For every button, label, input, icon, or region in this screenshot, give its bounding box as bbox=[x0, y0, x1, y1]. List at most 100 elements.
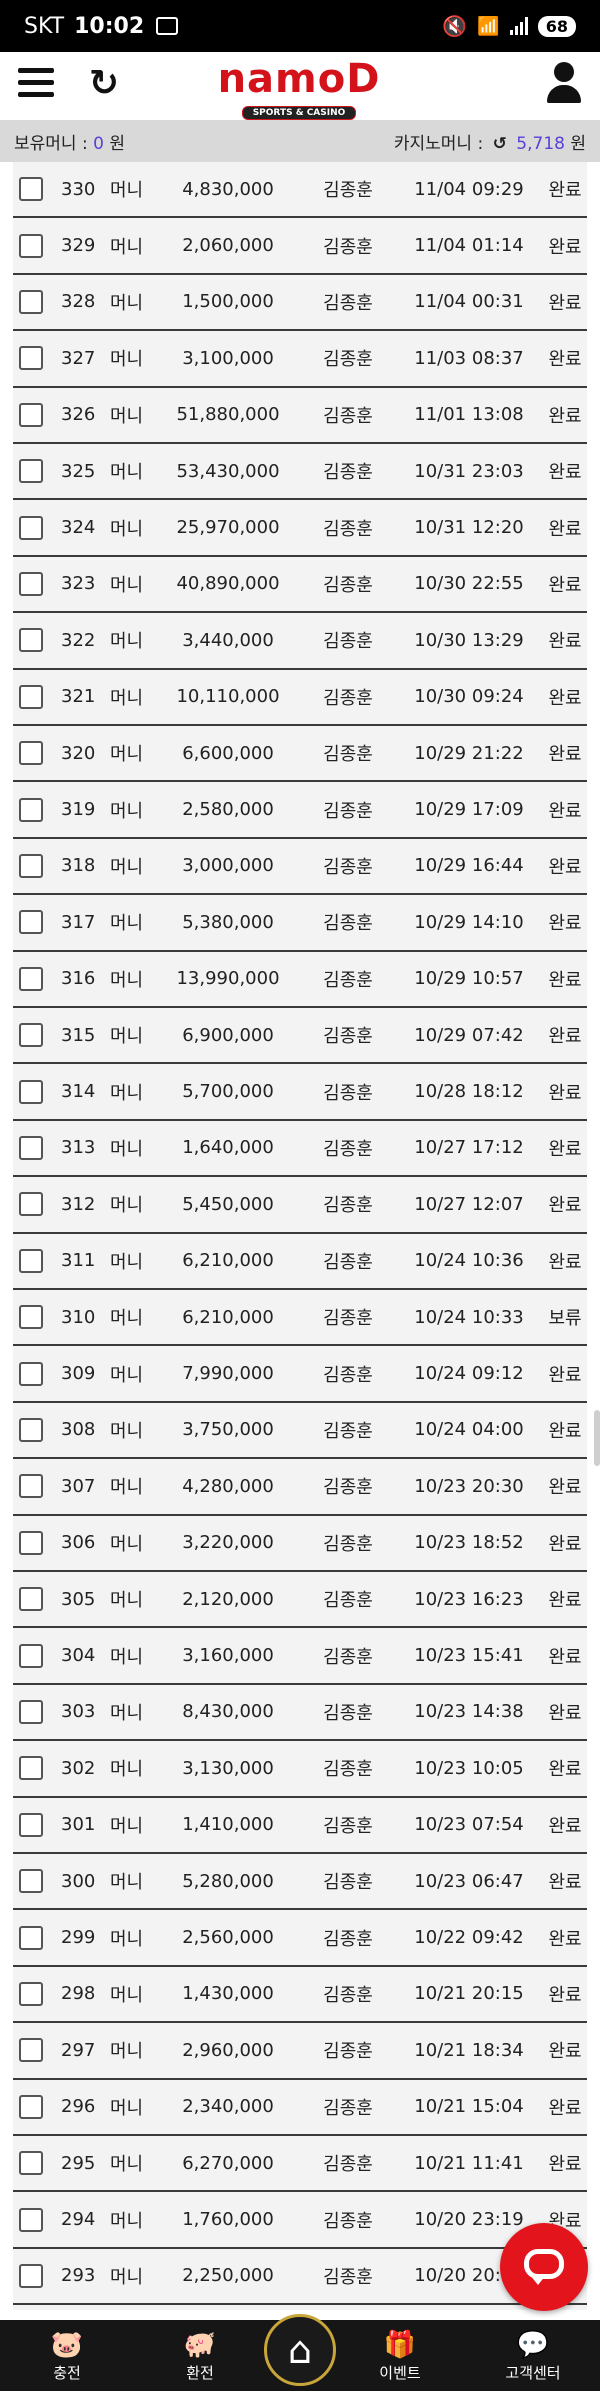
row-checkbox[interactable] bbox=[19, 1417, 43, 1442]
row-status: 완료 bbox=[548, 2041, 582, 2063]
row-checkbox[interactable] bbox=[19, 2151, 43, 2176]
gift-icon: 🎁 bbox=[383, 2330, 417, 2360]
row-checkbox[interactable] bbox=[19, 1530, 43, 1555]
row-checkbox[interactable] bbox=[19, 1361, 43, 1386]
row-checkbox[interactable] bbox=[19, 2263, 43, 2288]
table-row[interactable]: 297 머니 2,960,000 김종훈 10/21 18:34 완료 bbox=[13, 2023, 587, 2080]
row-checkbox[interactable] bbox=[19, 628, 43, 653]
row-checkbox[interactable] bbox=[19, 741, 43, 766]
table-row[interactable]: 306 머니 3,220,000 김종훈 10/23 18:52 완료 bbox=[13, 1516, 587, 1572]
table-row[interactable]: 322 머니 3,440,000 김종훈 10/30 13:29 완료 bbox=[13, 613, 587, 670]
row-name: 김종훈 bbox=[323, 744, 373, 766]
nav-withdraw[interactable]: 🐖 환전 bbox=[145, 2320, 255, 2391]
row-checkbox[interactable] bbox=[19, 966, 43, 991]
row-checkbox[interactable] bbox=[19, 515, 43, 540]
row-checkbox[interactable] bbox=[19, 1192, 43, 1217]
row-checkbox[interactable] bbox=[19, 346, 43, 371]
row-checkbox[interactable] bbox=[19, 1699, 43, 1724]
table-row[interactable]: 328 머니 1,500,000 김종훈 11/04 00:31 완료 bbox=[13, 275, 587, 332]
table-row[interactable]: 307 머니 4,280,000 김종훈 10/23 20:30 완료 bbox=[13, 1459, 587, 1516]
row-type: 머니 bbox=[110, 349, 144, 371]
table-row[interactable]: 305 머니 2,120,000 김종훈 10/23 16:23 완료 bbox=[13, 1572, 587, 1629]
row-amount: 6,210,000 bbox=[182, 1306, 274, 1328]
home-button[interactable]: ⌂ bbox=[264, 2314, 336, 2386]
row-checkbox[interactable] bbox=[19, 684, 43, 709]
row-checkbox[interactable] bbox=[19, 1869, 43, 1894]
row-checkbox[interactable] bbox=[19, 571, 43, 596]
table-row[interactable]: 320 머니 6,600,000 김종훈 10/29 21:22 완료 bbox=[13, 726, 587, 783]
table-row[interactable]: 315 머니 6,900,000 김종훈 10/29 07:42 완료 bbox=[13, 1008, 587, 1065]
row-checkbox[interactable] bbox=[19, 1925, 43, 1950]
table-row[interactable]: 318 머니 3,000,000 김종훈 10/29 16:44 완료 bbox=[13, 839, 587, 896]
table-row[interactable]: 324 머니 25,970,000 김종훈 10/31 12:20 완료 bbox=[13, 500, 587, 557]
table-row[interactable]: 330 머니 4,830,000 김종훈 11/04 09:29 완료 bbox=[13, 162, 587, 219]
table-row[interactable]: 300 머니 5,280,000 김종훈 10/23 06:47 완료 bbox=[13, 1854, 587, 1911]
table-row[interactable]: 303 머니 8,430,000 김종훈 10/23 14:38 완료 bbox=[13, 1685, 587, 1742]
row-checkbox[interactable] bbox=[19, 459, 43, 484]
table-row[interactable]: 319 머니 2,580,000 김종훈 10/29 17:09 완료 bbox=[13, 782, 587, 839]
table-row[interactable]: 310 머니 6,210,000 김종훈 10/24 10:33 보류 bbox=[13, 1290, 587, 1347]
table-row[interactable]: 301 머니 1,410,000 김종훈 10/23 07:54 완료 bbox=[13, 1798, 587, 1854]
table-row[interactable]: 304 머니 3,160,000 김종훈 10/23 15:41 완료 bbox=[13, 1628, 587, 1685]
nav-support[interactable]: 💬 고객센터 bbox=[478, 2320, 588, 2391]
table-row[interactable]: 296 머니 2,340,000 김종훈 10/21 15:04 완료 bbox=[13, 2080, 587, 2136]
menu-button[interactable] bbox=[18, 68, 54, 104]
table-row[interactable]: 323 머니 40,890,000 김종훈 10/30 22:55 완료 bbox=[13, 557, 587, 614]
row-id: 293 bbox=[61, 2265, 96, 2287]
row-checkbox[interactable] bbox=[19, 910, 43, 935]
row-checkbox[interactable] bbox=[19, 2094, 43, 2119]
row-checkbox[interactable] bbox=[19, 1643, 43, 1668]
table-row[interactable]: 321 머니 10,110,000 김종훈 10/30 09:24 완료 bbox=[13, 670, 587, 726]
row-name: 김종훈 bbox=[323, 1364, 373, 1386]
table-row[interactable]: 329 머니 2,060,000 김종훈 11/04 01:14 완료 bbox=[13, 218, 587, 275]
table-row[interactable]: 326 머니 51,880,000 김종훈 11/01 13:08 완료 bbox=[13, 388, 587, 444]
table-row[interactable]: 312 머니 5,450,000 김종훈 10/27 12:07 완료 bbox=[13, 1177, 587, 1234]
brand-logo[interactable]: namoD SPORTS & CASINO bbox=[206, 58, 392, 120]
user-button[interactable] bbox=[544, 62, 584, 106]
row-checkbox[interactable] bbox=[19, 402, 43, 427]
table-row[interactable]: 302 머니 3,130,000 김종훈 10/23 10:05 완료 bbox=[13, 1741, 587, 1798]
row-checkbox[interactable] bbox=[19, 1981, 43, 2006]
row-checkbox[interactable] bbox=[19, 1474, 43, 1499]
chat-button[interactable] bbox=[500, 2223, 588, 2311]
scrollbar-handle[interactable] bbox=[594, 1410, 600, 1466]
row-type: 머니 bbox=[110, 1082, 144, 1104]
row-checkbox[interactable] bbox=[19, 289, 43, 314]
row-datetime: 10/27 17:12 bbox=[414, 1137, 524, 1159]
row-checkbox[interactable] bbox=[19, 853, 43, 878]
table-row[interactable]: 317 머니 5,380,000 김종훈 10/29 14:10 완료 bbox=[13, 895, 587, 952]
nav-deposit[interactable]: 🐷 충전 bbox=[12, 2320, 122, 2391]
row-checkbox[interactable] bbox=[19, 1587, 43, 1612]
deposit-icon: 🐷 bbox=[50, 2330, 84, 2360]
table-row[interactable]: 309 머니 7,990,000 김종훈 10/24 09:12 완료 bbox=[13, 1346, 587, 1403]
row-checkbox[interactable] bbox=[19, 1756, 43, 1781]
row-name: 김종훈 bbox=[323, 1308, 373, 1330]
row-checkbox[interactable] bbox=[19, 797, 43, 822]
row-checkbox[interactable] bbox=[19, 1248, 43, 1273]
table-row[interactable]: 325 머니 53,430,000 김종훈 10/31 23:03 완료 bbox=[13, 444, 587, 501]
row-type: 머니 bbox=[110, 1477, 144, 1499]
table-row[interactable]: 311 머니 6,210,000 김종훈 10/24 10:36 완료 bbox=[13, 1234, 587, 1290]
table-row[interactable]: 294 머니 1,760,000 김종훈 10/20 23:19 완료 bbox=[13, 2192, 587, 2249]
row-checkbox[interactable] bbox=[19, 1305, 43, 1330]
casino-refresh-icon[interactable]: ↺ bbox=[493, 134, 507, 154]
row-checkbox[interactable] bbox=[19, 1079, 43, 1104]
table-row[interactable]: 316 머니 13,990,000 김종훈 10/29 10:57 완료 bbox=[13, 952, 587, 1008]
row-checkbox[interactable] bbox=[19, 233, 43, 258]
row-checkbox[interactable] bbox=[19, 1023, 43, 1048]
table-row[interactable]: 298 머니 1,430,000 김종훈 10/21 20:15 완료 bbox=[13, 1967, 587, 2024]
row-checkbox[interactable] bbox=[19, 2207, 43, 2232]
nav-events[interactable]: 🎁 이벤트 bbox=[345, 2320, 455, 2391]
row-status: 완료 bbox=[548, 1251, 582, 1273]
row-checkbox[interactable] bbox=[19, 177, 43, 202]
row-checkbox[interactable] bbox=[19, 1812, 43, 1837]
table-row[interactable]: 299 머니 2,560,000 김종훈 10/22 09:42 완료 bbox=[13, 1910, 587, 1967]
table-row[interactable]: 295 머니 6,270,000 김종훈 10/21 11:41 완료 bbox=[13, 2136, 587, 2193]
table-row[interactable]: 314 머니 5,700,000 김종훈 10/28 18:12 완료 bbox=[13, 1064, 587, 1121]
table-row[interactable]: 327 머니 3,100,000 김종훈 11/03 08:37 완료 bbox=[13, 331, 587, 388]
table-row[interactable]: 313 머니 1,640,000 김종훈 10/27 17:12 완료 bbox=[13, 1121, 587, 1178]
refresh-button[interactable]: ↻ bbox=[84, 64, 124, 104]
table-row[interactable]: 308 머니 3,750,000 김종훈 10/24 04:00 완료 bbox=[13, 1403, 587, 1460]
row-checkbox[interactable] bbox=[19, 1135, 43, 1160]
row-checkbox[interactable] bbox=[19, 2038, 43, 2063]
